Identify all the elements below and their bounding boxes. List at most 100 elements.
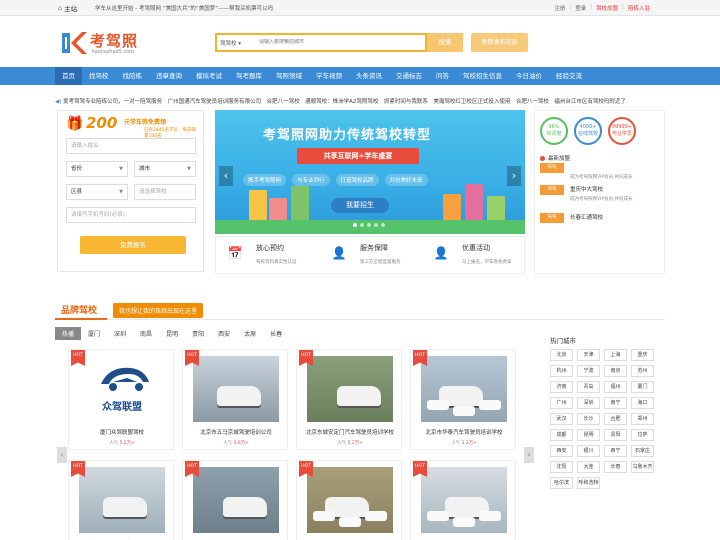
nav-item[interactable]: 头条资讯 <box>349 67 389 85</box>
hot-city-link[interactable]: 哈尔滨 <box>550 477 573 489</box>
hot-city-link[interactable]: 西安 <box>550 445 573 457</box>
carousel-dot[interactable] <box>353 223 357 227</box>
hot-city-link[interactable]: 成都 <box>550 429 573 441</box>
hot-city-link[interactable]: 南宁 <box>604 397 627 409</box>
hot-city-link[interactable]: 贵阳 <box>604 429 627 441</box>
hot-city-link[interactable]: 重庆 <box>631 349 654 361</box>
search-button[interactable]: 搜索 <box>427 33 463 52</box>
school-card[interactable]: HOT北京交通驾驶员培训学校 <box>410 460 516 540</box>
hot-city-link[interactable]: 银川 <box>577 445 600 457</box>
phone-field[interactable]: 请填写手机号码(必填) <box>66 207 196 223</box>
city-tab[interactable]: 厦门 <box>81 327 107 340</box>
hot-city-link[interactable]: 上海 <box>604 349 627 361</box>
school-card[interactable]: HOT 北京东城安定门汽车驾驶员培训学校 人气 5.2万+ <box>296 349 402 450</box>
hot-city-link[interactable]: 苏州 <box>631 365 654 377</box>
coach-join-link[interactable]: 陪练入驻 <box>628 4 650 12</box>
school-name[interactable]: 北京市五马京城驾驶培训公司 <box>183 428 287 436</box>
nav-item[interactable]: 今日油价 <box>509 67 549 85</box>
recent-item[interactable]: 驾驾 重庆中大驾校 成为考驾照网VIP会员,共同成长 <box>540 185 660 207</box>
hot-city-link[interactable]: 宁波 <box>577 365 600 377</box>
grid-prev-arrow-icon[interactable]: ‹ <box>57 447 67 463</box>
hot-city-link[interactable]: 北京 <box>550 349 573 361</box>
nav-item[interactable]: 模拟考试 <box>189 67 229 85</box>
hot-city-link[interactable]: 深圳 <box>577 397 600 409</box>
school-card[interactable]: HOT 北京市五马京城驾驶培训公司 人气 3.6万+ <box>182 349 288 450</box>
nav-item[interactable]: 驾考题库 <box>229 67 269 85</box>
grid-next-arrow-icon[interactable]: › <box>524 447 534 463</box>
hot-city-link[interactable]: 南京 <box>604 365 627 377</box>
carousel-next-arrow-icon[interactable]: › <box>507 166 521 186</box>
search-type-select[interactable]: 驾驾校 ▾ <box>220 39 241 47</box>
school-join-link[interactable]: 驾校加盟 <box>596 4 618 12</box>
city-tab[interactable]: 昆明 <box>159 327 185 340</box>
nav-item[interactable]: 经验交流 <box>549 67 589 85</box>
school-name[interactable]: 北京市华泰汽车驾驶员培训学校 <box>411 428 515 436</box>
school-card[interactable]: HOT北京市朝阳交投汽车驾驶员培训学校 <box>296 460 402 540</box>
carousel-dot[interactable] <box>367 223 371 227</box>
school-card[interactable]: HOT北京康通汽车驾驶培训学校 <box>182 460 288 540</box>
search-input[interactable] <box>259 39 419 45</box>
school-select[interactable]: 请选择驾校 <box>134 184 196 200</box>
city-tab[interactable]: 热播 <box>55 327 82 340</box>
nav-item[interactable]: 违章查询 <box>149 67 189 85</box>
city-tab[interactable]: 深圳 <box>107 327 133 340</box>
recent-item[interactable]: 驾驾 成为考驾照网VIP会员,共同成长 <box>540 163 660 185</box>
carousel-prev-arrow-icon[interactable]: ‹ <box>219 166 233 186</box>
promo-carousel[interactable]: 考驾照网助力传统驾校转型 共享互联网+学车盛宴 携手考驾照网 与专业同行 打造驾… <box>215 110 525 234</box>
school-name[interactable]: 北京东城安定门汽车驾驶员培训学校 <box>297 428 401 436</box>
city-tab[interactable]: 西安 <box>211 327 237 340</box>
carousel-dot[interactable] <box>374 223 378 227</box>
carousel-dot[interactable] <box>381 223 385 227</box>
hot-city-link[interactable]: 武汉 <box>550 413 573 425</box>
nav-item[interactable]: 驾校招生信息 <box>456 67 509 85</box>
school-card[interactable]: HOT 众驾联盟 厦门众驾联盟驾校 人气 5.2万+ <box>68 349 174 450</box>
site-logo[interactable]: 考驾照 kaojiazhao5.com <box>60 27 140 61</box>
nav-item[interactable]: 驾照领域 <box>269 67 309 85</box>
hot-city-link[interactable]: 济南 <box>550 381 573 393</box>
school-photo[interactable] <box>307 356 393 422</box>
hot-city-link[interactable]: 合肥 <box>604 413 627 425</box>
hot-city-link[interactable]: 大连 <box>577 461 600 473</box>
city-tab[interactable]: 南昌 <box>133 327 159 340</box>
school-photo[interactable] <box>79 467 165 533</box>
want-listing-button[interactable]: 我也想让我的驾校出现在这里 <box>113 303 204 318</box>
school-card[interactable]: HOT 北京市华泰汽车驾驶员培训学校 人气 3.2万+ <box>410 349 516 450</box>
hot-city-link[interactable]: 海口 <box>631 397 654 409</box>
nav-item[interactable]: 学车视频 <box>309 67 349 85</box>
city-tab[interactable]: 太原 <box>237 327 263 340</box>
nav-item[interactable]: 交通标志 <box>389 67 429 85</box>
school-photo[interactable] <box>193 467 279 533</box>
apply-button[interactable]: 免费报名 <box>80 236 186 254</box>
school-photo[interactable] <box>421 467 507 533</box>
recruit-button[interactable]: 我要招生 <box>331 198 389 213</box>
login-link[interactable]: 登录 <box>575 4 586 12</box>
school-photo[interactable]: 众驾联盟 <box>79 356 165 422</box>
hot-city-link[interactable]: 乌鲁木齐 <box>631 461 654 473</box>
nav-item[interactable]: 找陪练 <box>116 67 150 85</box>
hot-city-link[interactable]: 广州 <box>550 397 573 409</box>
hot-city-link[interactable]: 拉萨 <box>631 429 654 441</box>
hot-city-link[interactable]: 昆明 <box>577 429 600 441</box>
district-select[interactable]: 区县 ▼ <box>66 184 128 200</box>
nav-item[interactable]: 找驾校 <box>82 67 116 85</box>
school-card[interactable]: HOT北京国通汽车驾驶员培训学校 <box>68 460 174 540</box>
name-field[interactable]: 请输入姓名 <box>66 138 196 154</box>
nav-item[interactable]: 问答 <box>429 67 456 85</box>
hot-city-link[interactable]: 郑州 <box>631 413 654 425</box>
carousel-dot[interactable] <box>360 223 364 227</box>
city-tab[interactable]: 长春 <box>263 327 289 340</box>
hot-city-link[interactable]: 长春 <box>604 461 627 473</box>
hot-city-link[interactable]: 杭州 <box>550 365 573 377</box>
city-select[interactable]: 城市 ▼ <box>134 161 196 177</box>
free-post-button[interactable]: 免费发布信息 <box>471 33 528 52</box>
hot-city-link[interactable]: 西宁 <box>604 445 627 457</box>
school-photo[interactable] <box>421 356 507 422</box>
hot-city-link[interactable]: 福州 <box>604 381 627 393</box>
province-select[interactable]: 省份 ▼ <box>66 161 128 177</box>
recent-item[interactable]: 驾驾 长春汇通驾校 <box>540 213 660 235</box>
hot-city-link[interactable]: 长沙 <box>577 413 600 425</box>
city-tab[interactable]: 贵阳 <box>185 327 211 340</box>
school-photo[interactable] <box>193 356 279 422</box>
ticker-text[interactable]: 爱考驾驾专业陪练公司，一对一陪驾服务 广州国通汽车驾驶员培训服务有限公司 合肥八… <box>63 99 626 105</box>
hot-city-link[interactable]: 沈阳 <box>550 461 573 473</box>
